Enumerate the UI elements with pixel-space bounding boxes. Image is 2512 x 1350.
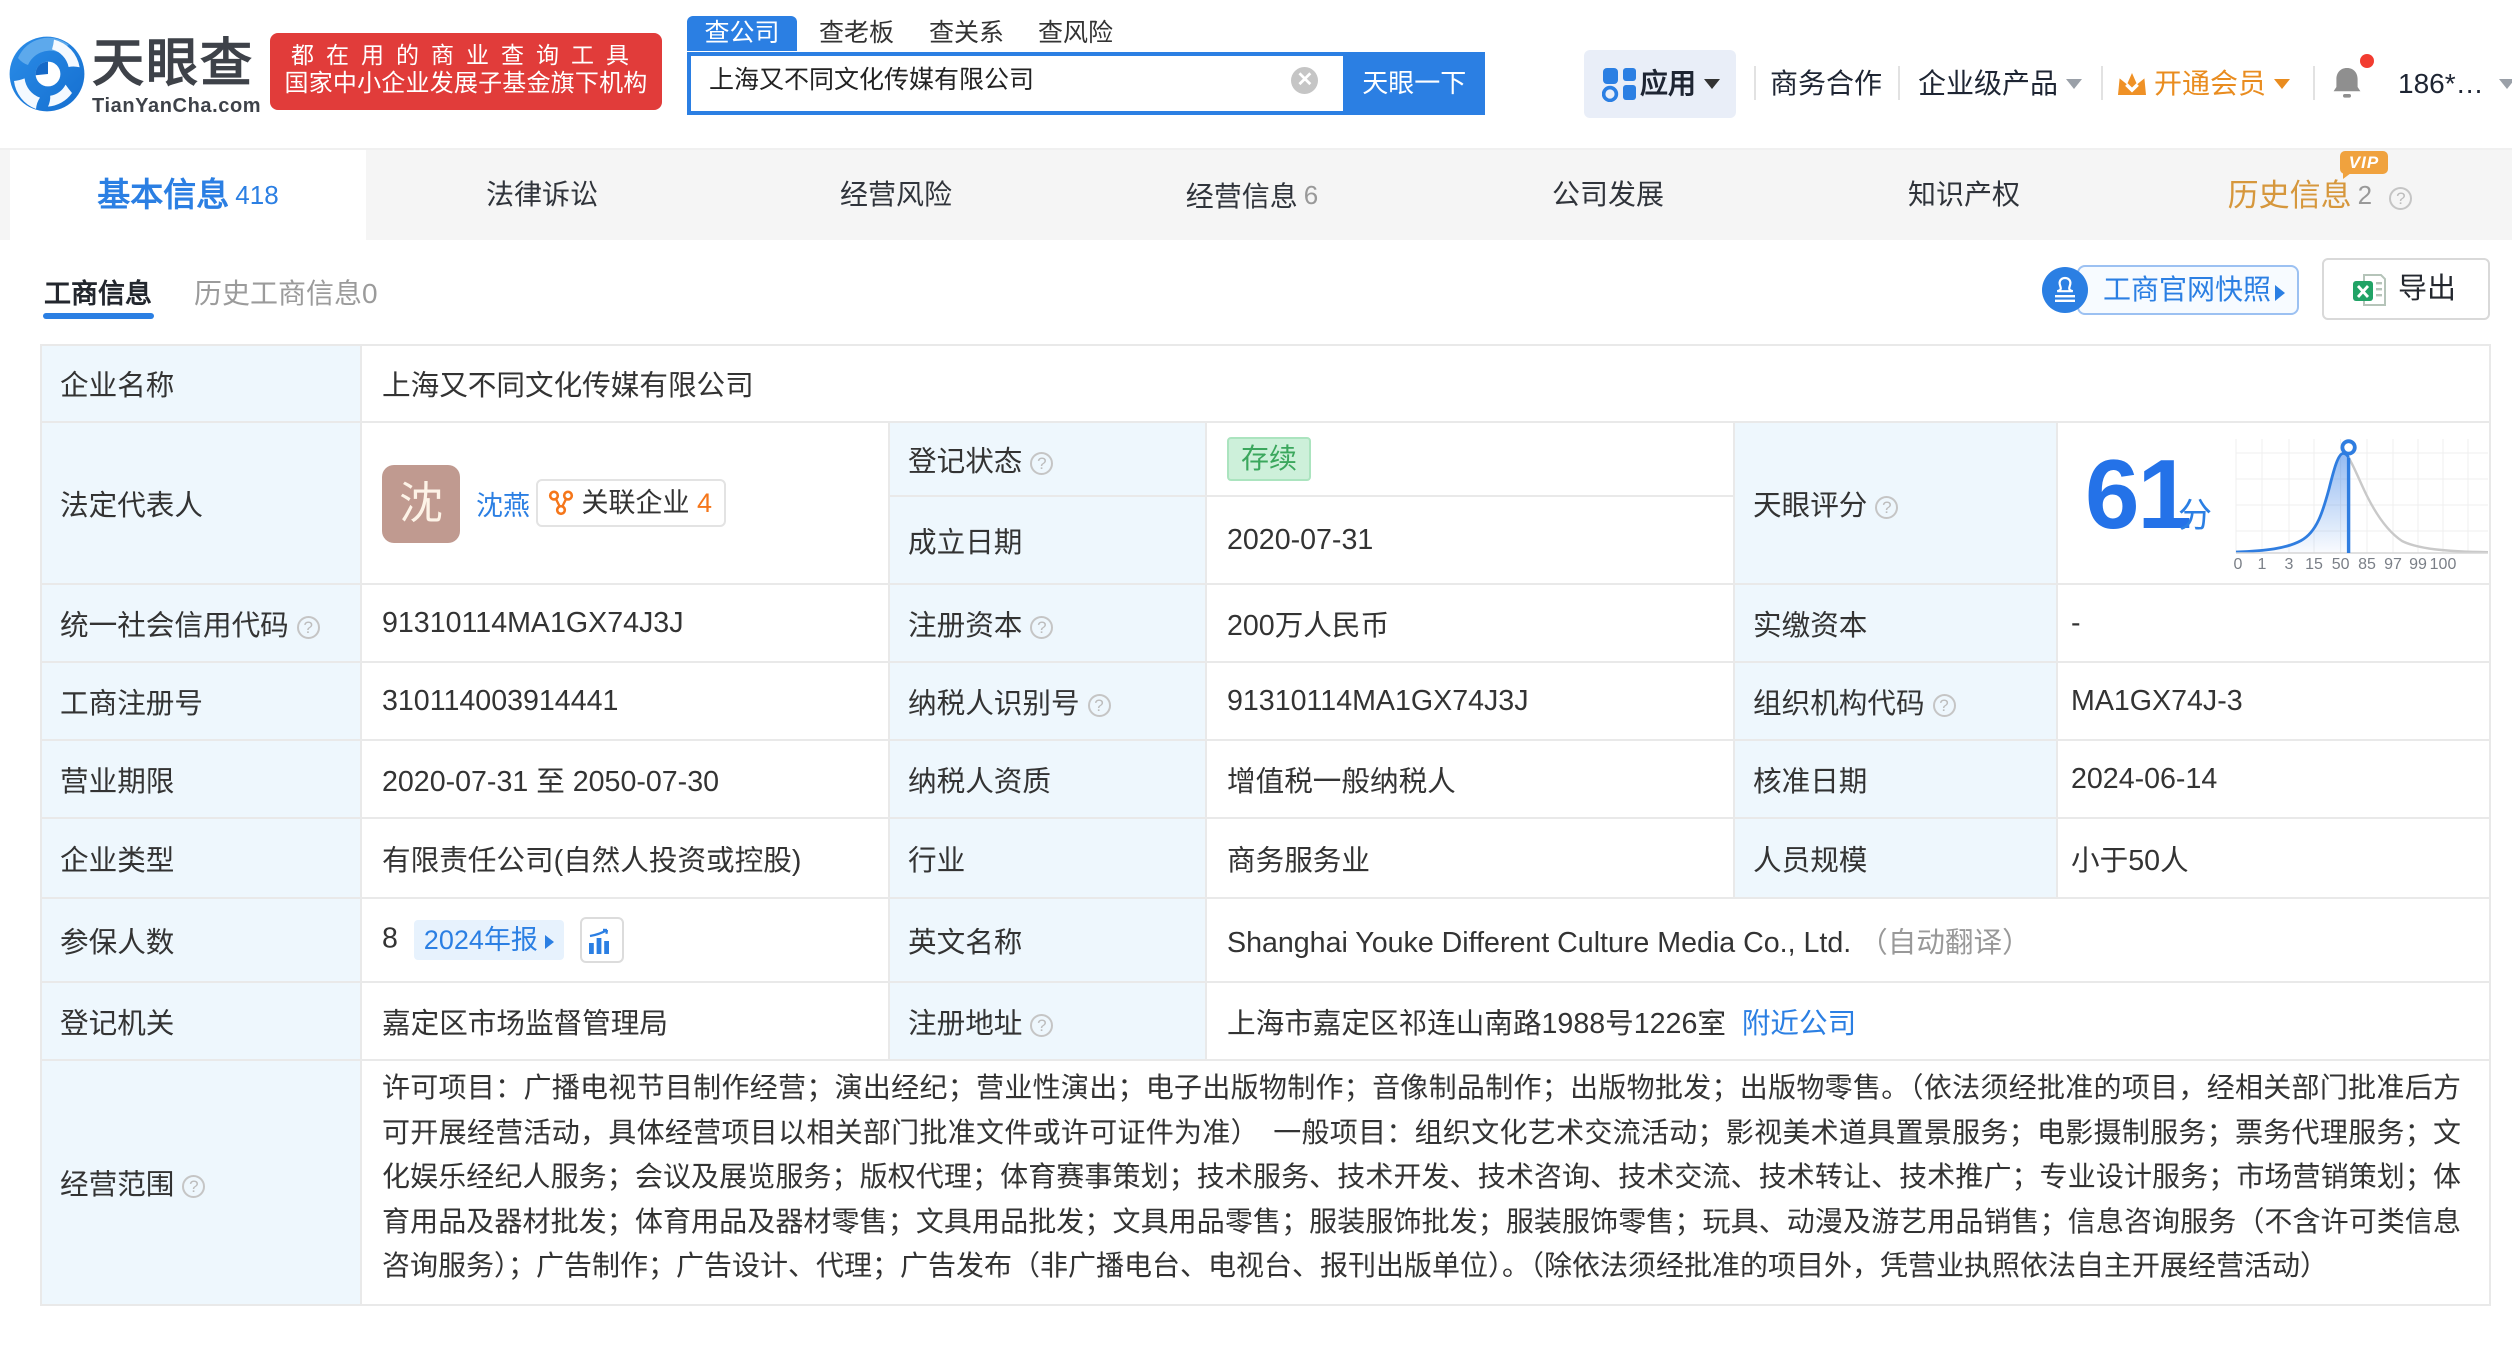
svg-text:85: 85 — [2358, 556, 2376, 573]
svg-text:99: 99 — [2409, 556, 2427, 573]
svg-text:15: 15 — [2305, 556, 2323, 573]
svg-text:97: 97 — [2384, 556, 2402, 573]
svg-text:0: 0 — [2234, 556, 2243, 573]
svg-text:50: 50 — [2332, 556, 2350, 573]
svg-text:100: 100 — [2430, 556, 2457, 573]
svg-text:3: 3 — [2285, 556, 2294, 573]
svg-text:1: 1 — [2258, 556, 2267, 573]
